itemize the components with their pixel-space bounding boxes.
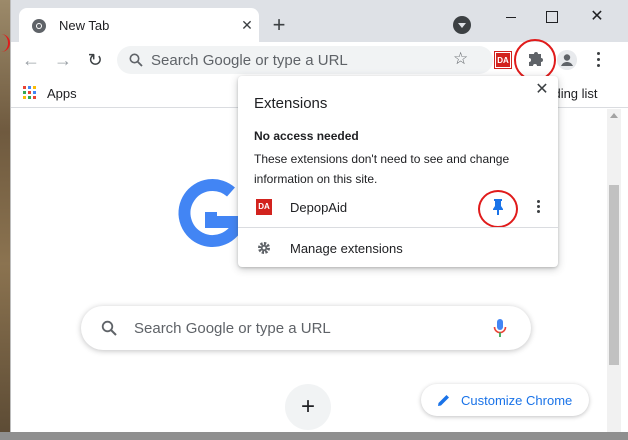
toolbar: ← → ↻ Search Google or type a URL ☆ DA: [11, 39, 628, 81]
new-tab-button[interactable]: +: [266, 13, 292, 39]
customize-chrome-label: Customize Chrome: [461, 393, 573, 408]
maximize-button[interactable]: [537, 6, 565, 28]
pencil-icon: [438, 395, 449, 406]
reload-button[interactable]: ↻: [83, 48, 107, 72]
extensions-popup: Extensions ✕ No access needed These exte…: [238, 76, 558, 267]
chrome-icon: [32, 19, 46, 33]
background-desktop: [0, 0, 10, 440]
forward-button[interactable]: →: [51, 48, 75, 72]
tab-strip: New Tab ✕ + ✕: [11, 0, 628, 42]
omnibox-placeholder: Search Google or type a URL: [151, 52, 348, 69]
manage-extensions-item[interactable]: Manage extensions: [238, 235, 558, 261]
search-box-placeholder: Search Google or type a URL: [134, 320, 331, 337]
manage-extensions-label: Manage extensions: [290, 241, 403, 256]
popup-title: Extensions: [254, 95, 328, 112]
page-scrollbar[interactable]: [607, 109, 621, 432]
extension-more-icon[interactable]: [534, 198, 542, 218]
taskbar-edge: [0, 432, 628, 440]
search-box[interactable]: Search Google or type a URL: [81, 306, 531, 350]
divider: [238, 227, 558, 228]
apps-bookmark[interactable]: Apps: [47, 86, 77, 101]
profile-avatar-icon[interactable]: [557, 50, 577, 70]
depopaid-extension-button[interactable]: DA: [494, 51, 512, 69]
search-icon: [129, 53, 143, 67]
extension-name: DepopAid: [290, 200, 348, 215]
apps-grid-icon[interactable]: [23, 86, 37, 100]
omnibox[interactable]: Search Google or type a URL ☆: [117, 46, 493, 74]
tab-search-button[interactable]: [453, 16, 471, 34]
tab-new-tab[interactable]: New Tab ✕: [19, 8, 259, 42]
bookmark-star-icon[interactable]: ☆: [453, 49, 468, 69]
chrome-menu-icon[interactable]: [593, 49, 603, 71]
microphone-icon[interactable]: [493, 318, 507, 338]
gear-icon: [258, 242, 270, 254]
section-heading: No access needed: [254, 129, 359, 143]
scrollbar-thumb[interactable]: [609, 185, 619, 365]
search-icon: [101, 320, 117, 336]
close-window-button[interactable]: ✕: [583, 6, 611, 28]
add-shortcut-button[interactable]: +: [285, 384, 331, 430]
back-button[interactable]: ←: [19, 48, 43, 72]
scroll-up-arrow-icon[interactable]: [610, 113, 618, 118]
annotation-circle-extensions: [514, 39, 556, 81]
annotation-circle-pin: [478, 190, 518, 228]
tab-title: New Tab: [59, 18, 110, 33]
browser-window: New Tab ✕ + ✕ ← → ↻ Search Google or typ…: [10, 0, 628, 432]
depopaid-icon: DA: [256, 199, 272, 215]
section-description: These extensions don't need to see and c…: [254, 152, 510, 186]
tab-close-icon[interactable]: ✕: [239, 17, 255, 33]
minimize-button[interactable]: [497, 6, 525, 28]
customize-chrome-button[interactable]: Customize Chrome: [421, 384, 589, 416]
close-icon[interactable]: ✕: [534, 82, 550, 98]
